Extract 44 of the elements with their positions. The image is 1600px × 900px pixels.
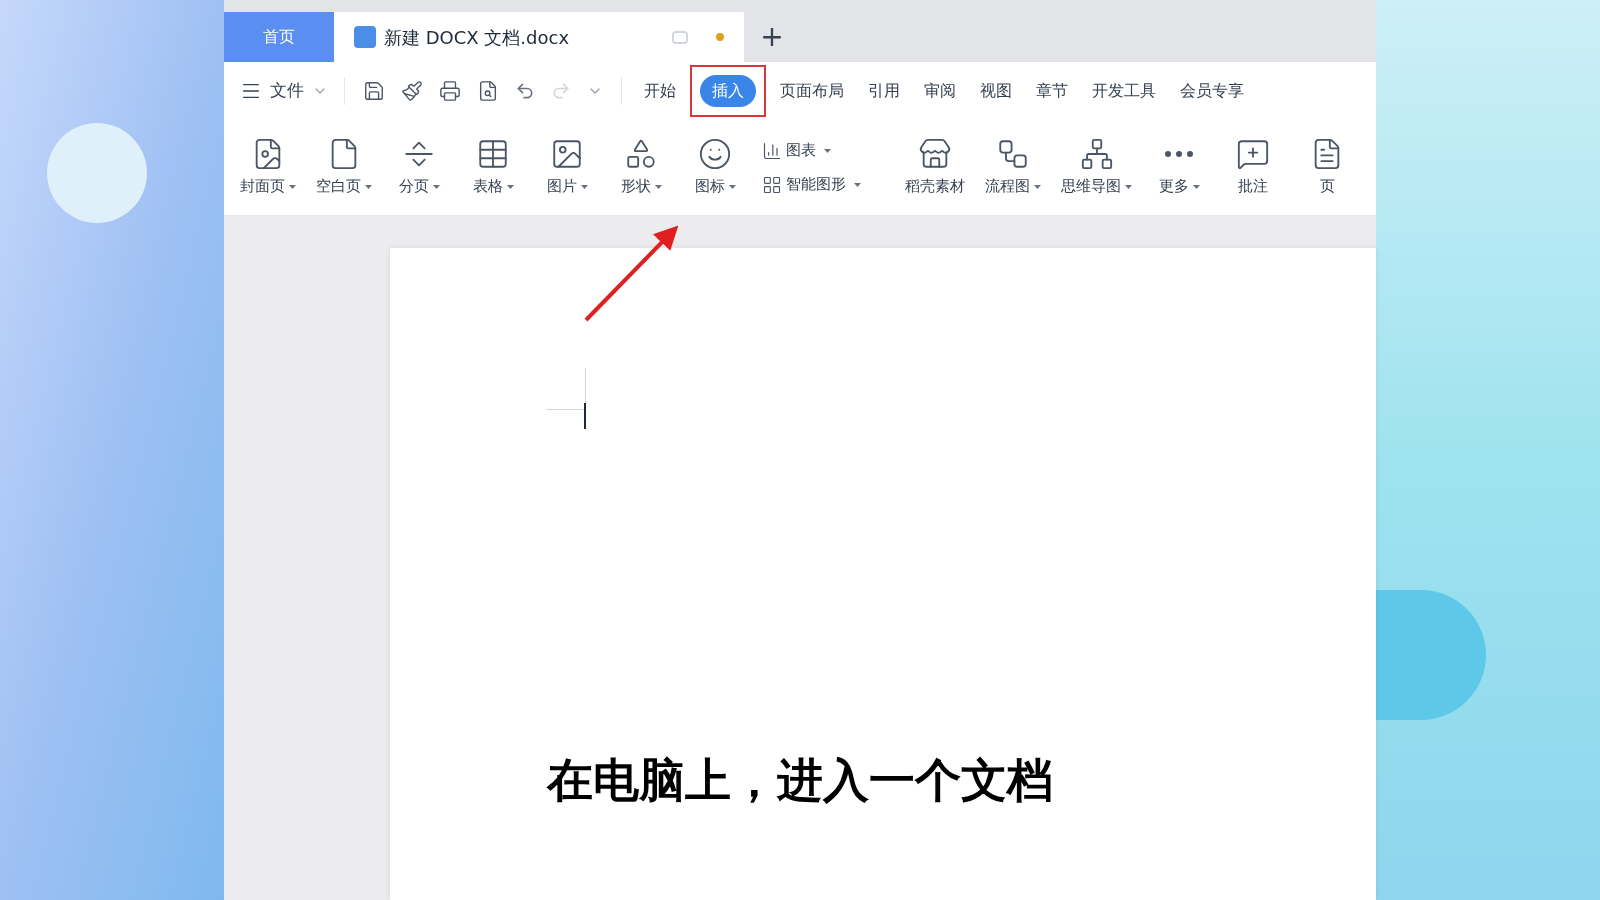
document-app-icon <box>354 26 376 48</box>
monitor-icon <box>672 30 688 44</box>
ribbon-button[interactable]: 空白页 <box>308 127 380 208</box>
ribbon-button[interactable]: 封面页 <box>232 127 304 208</box>
save-icon <box>363 80 385 102</box>
ribbon-button[interactable]: 稻壳素材 <box>897 127 973 208</box>
ribbon-button[interactable]: 分页 <box>384 127 454 208</box>
subtitle-caption: 在电脑上，进入一个文档 <box>545 752 1054 809</box>
ribbon-button[interactable]: 流程图 <box>977 127 1049 208</box>
ribbon-small-button[interactable]: 图表 <box>758 133 865 168</box>
redo-icon <box>551 81 571 101</box>
ribbon-button[interactable]: 思维导图 <box>1053 127 1140 208</box>
text-cursor <box>584 403 586 429</box>
ribbon-small-button[interactable]: 智能图形 <box>758 167 865 202</box>
ribbon-button[interactable]: 页 <box>1292 127 1362 208</box>
ribbon-button[interactable]: 更多 <box>1144 127 1214 208</box>
document-tab-title: 新建 DOCX 文档.docx <box>384 25 570 50</box>
ribbon-button[interactable]: 图片 <box>532 127 602 208</box>
mind-map-icon <box>1079 137 1114 172</box>
print-icon <box>439 80 461 102</box>
bar-chart-icon <box>762 140 782 161</box>
ribbon-tab[interactable]: 会员专享 <box>1172 75 1252 107</box>
ribbon-tab[interactable]: 插入 <box>700 75 756 107</box>
print-preview-icon <box>477 80 499 102</box>
new-tab-button[interactable]: + <box>744 12 800 62</box>
ribbon-tab[interactable]: 引用 <box>860 75 908 107</box>
ribbon-button[interactable]: 表格 <box>458 127 528 208</box>
file-menu-button[interactable]: 文件 <box>236 78 332 104</box>
grid-icon <box>762 174 782 195</box>
ribbon-button[interactable]: 批注 <box>1218 127 1288 208</box>
ribbon-tab[interactable]: 开始 <box>636 75 684 107</box>
ribbon-tab[interactable]: 审阅 <box>916 75 964 107</box>
ribbon-tab[interactable]: 开发工具 <box>1084 75 1164 107</box>
comment-icon <box>1236 137 1270 172</box>
smiley-icon <box>698 137 732 172</box>
undo-icon <box>515 81 535 101</box>
more-icon <box>1164 150 1194 159</box>
ribbon-button[interactable]: 形状 <box>606 127 676 208</box>
ribbon-button[interactable]: 图标 <box>680 127 750 208</box>
ribbon-tab[interactable]: 视图 <box>972 75 1020 107</box>
format-painter-icon <box>401 80 423 102</box>
ribbon-tab[interactable]: 章节 <box>1028 75 1076 107</box>
document-tab[interactable]: 新建 DOCX 文档.docx <box>334 12 744 62</box>
ribbon-tab[interactable]: 页面布局 <box>772 75 852 107</box>
